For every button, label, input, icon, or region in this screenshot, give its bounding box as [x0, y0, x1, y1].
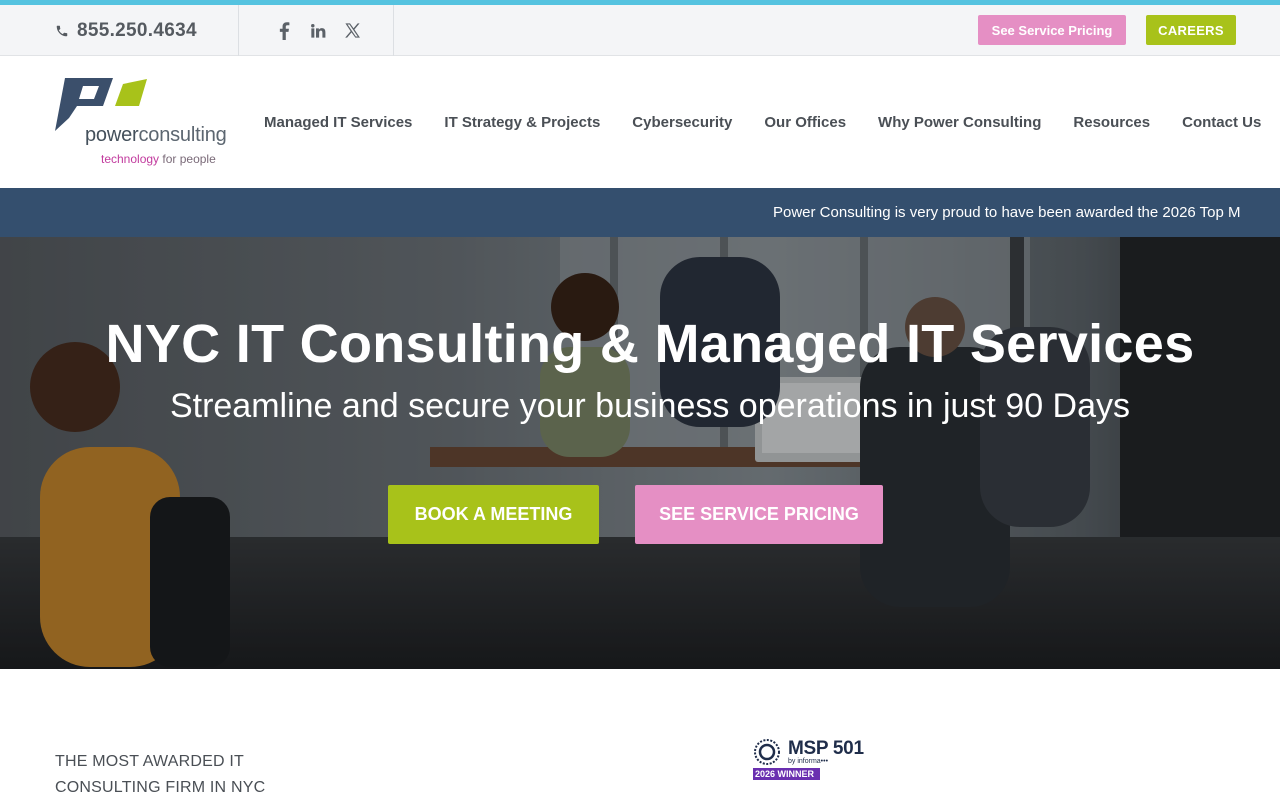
phone-link[interactable]: 855.250.4634: [55, 5, 197, 56]
social-links: [274, 5, 362, 56]
nav-item-contact-us[interactable]: Contact Us: [1182, 114, 1261, 131]
office-photo-background: [0, 237, 1280, 669]
msp-by: by informa•••: [788, 758, 829, 765]
logo-wordmark: powerconsulting: [85, 124, 227, 146]
hero-title: NYC IT Consulting & Managed IT Services: [105, 314, 1195, 374]
phone-number: 855.250.4634: [77, 19, 197, 41]
hero-subtitle: Streamline and secure your business oper…: [169, 387, 1131, 425]
book-a-meeting-button[interactable]: BOOK A MEETING: [388, 485, 599, 544]
nav-item-resources[interactable]: Resources: [1073, 114, 1150, 131]
facebook-icon[interactable]: [274, 21, 294, 41]
nav-item-cybersecurity[interactable]: Cybersecurity: [632, 114, 732, 131]
ticker-text: Power Consulting is very proud to have b…: [773, 204, 1241, 221]
phone-icon: [56, 25, 68, 36]
msp-ring-icon: [754, 739, 780, 765]
see-service-pricing-button[interactable]: See Service Pricing: [978, 15, 1126, 45]
msp-title: MSP 501: [788, 738, 864, 759]
msp-501-badge: MSP 501 by informa••• 2026 WINNER: [753, 738, 864, 782]
site-header: powerconsulting technology for people Ma…: [0, 56, 1280, 188]
x-icon[interactable]: [342, 21, 362, 41]
nav-item-it-strategy-projects[interactable]: IT Strategy & Projects: [444, 114, 600, 131]
announcement-ticker[interactable]: Power Consulting is very proud to have b…: [0, 188, 1280, 237]
hero-section: NYC IT Consulting & Managed IT Services …: [0, 237, 1280, 669]
see-service-pricing-hero-button[interactable]: SEE SERVICE PRICING: [635, 485, 883, 544]
msp-winner-ribbon: 2026 WINNER: [753, 768, 821, 780]
careers-button[interactable]: CAREERS: [1146, 15, 1236, 45]
logo-tagline: technology for people: [101, 152, 216, 166]
divider: [238, 5, 239, 56]
nav-item-managed-it-services[interactable]: Managed IT Services: [264, 114, 412, 131]
awards-section: THE MOST AWARDED IT CONSULTING FIRM IN N…: [0, 669, 1280, 800]
divider: [393, 5, 394, 56]
power-consulting-logo[interactable]: powerconsulting technology for people: [55, 76, 255, 171]
main-nav: Managed IT Services IT Strategy & Projec…: [264, 56, 1261, 188]
nav-item-our-offices[interactable]: Our Offices: [764, 114, 846, 131]
linkedin-icon[interactable]: [308, 21, 328, 41]
nav-item-why-power-consulting[interactable]: Why Power Consulting: [878, 114, 1041, 131]
awarded-heading: THE MOST AWARDED IT CONSULTING FIRM IN N…: [55, 753, 266, 796]
utility-bar: 855.250.4634 See Service Pricing CAREERS: [0, 5, 1280, 56]
